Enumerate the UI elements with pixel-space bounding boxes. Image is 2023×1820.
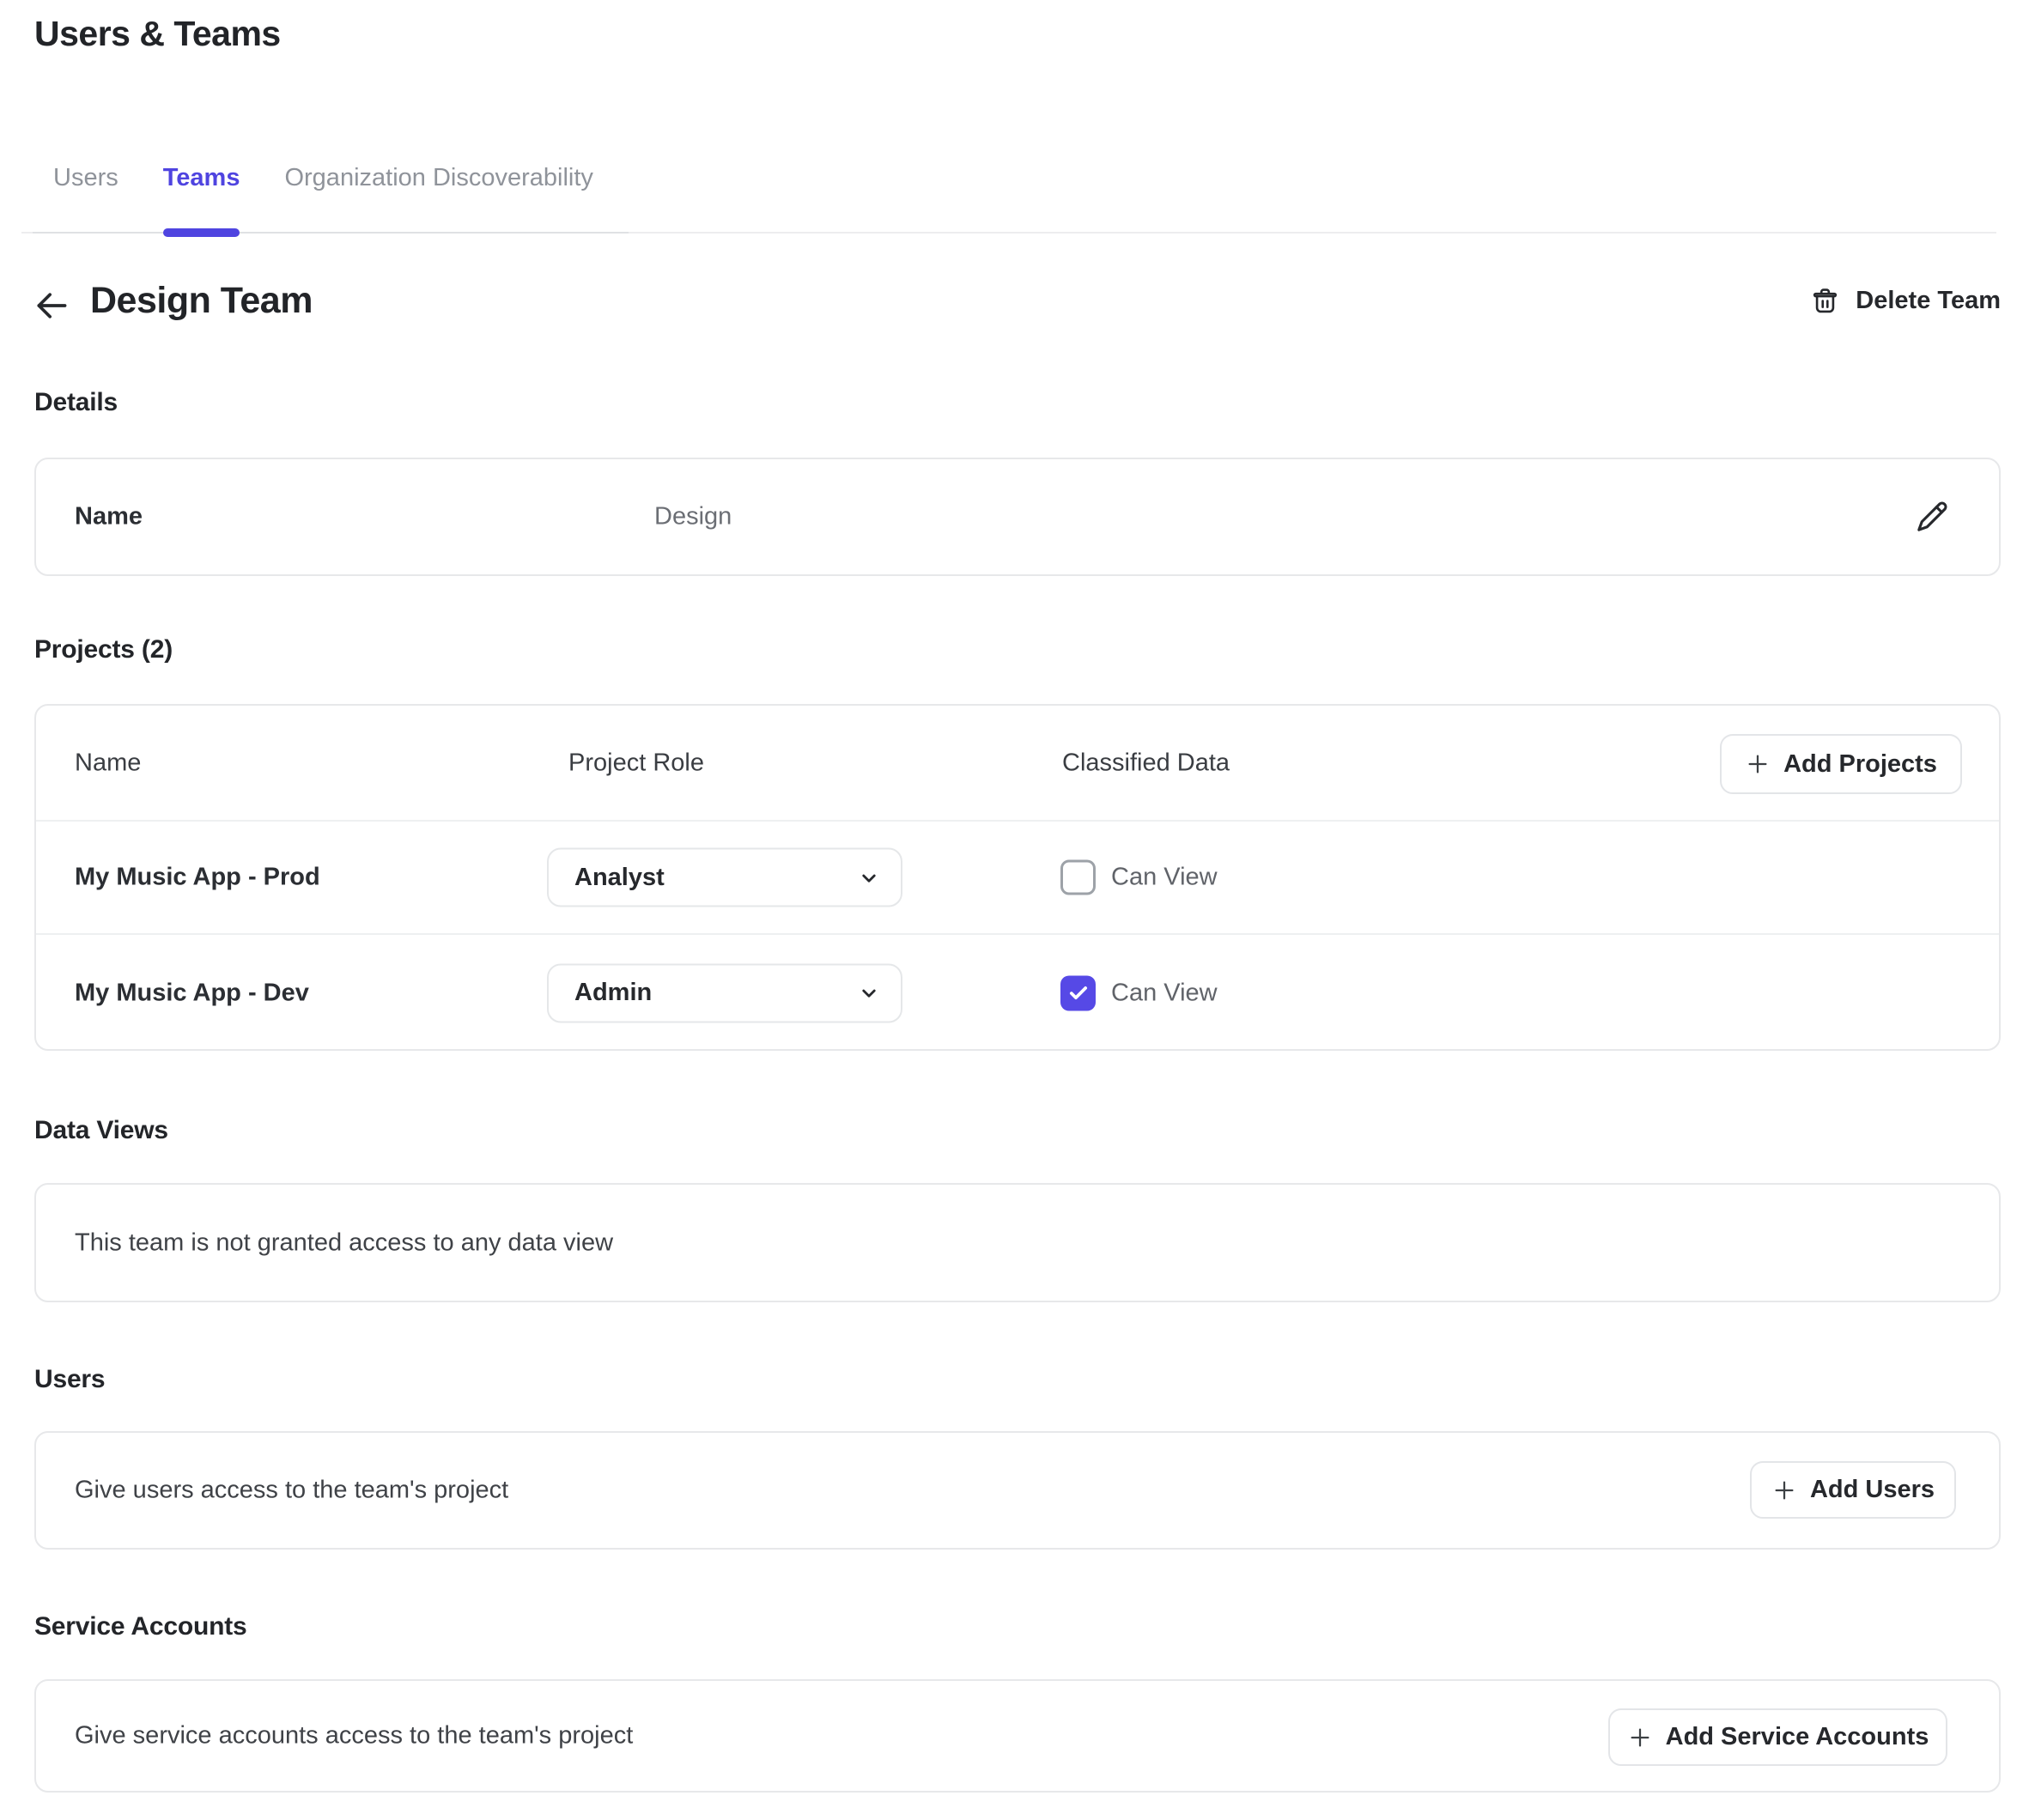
can-view-checkbox[interactable] (1060, 860, 1096, 895)
project-name: My Music App - Dev (75, 979, 309, 1007)
users-teams-page: Users & Teams Users Teams Organization D… (0, 0, 2023, 1820)
project-role-select[interactable]: Admin (547, 963, 902, 1022)
delete-team-label: Delete Team (1856, 287, 2001, 315)
add-projects-button[interactable]: Add Projects (1720, 734, 1962, 794)
add-service-accounts-label: Add Service Accounts (1666, 1723, 1929, 1751)
project-row-prod: My Music App - Prod Analyst Can View (36, 822, 1999, 935)
chevron-down-icon (856, 864, 882, 890)
details-card: Name Design (34, 458, 2001, 576)
can-view-checkbox[interactable] (1060, 975, 1096, 1010)
delete-team-button[interactable]: Delete Team (1809, 285, 2001, 317)
projects-table: Name Project Role Classified Data Add Pr… (34, 704, 2001, 1051)
chevron-down-icon (856, 980, 882, 1006)
service-accounts-empty-text: Give service accounts access to the team… (75, 1722, 633, 1750)
add-users-label: Add Users (1810, 1476, 1935, 1504)
trash-icon (1809, 285, 1841, 317)
column-classified-data: Classified Data (1062, 749, 1230, 777)
column-project-role: Project Role (568, 749, 704, 777)
pencil-icon (1913, 498, 1951, 536)
project-row-dev: My Music App - Dev Admin Can View (36, 935, 1999, 1051)
active-tab-underline (163, 228, 240, 237)
users-heading: Users (34, 1365, 105, 1394)
can-view-label: Can View (1111, 864, 1218, 892)
column-name: Name (75, 749, 141, 777)
tab-organization-discoverability[interactable]: Organization Discoverability (284, 161, 592, 232)
projects-heading: Projects (2) (34, 635, 173, 664)
name-label: Name (75, 503, 143, 531)
can-view-label: Can View (1111, 979, 1218, 1007)
plus-icon (1771, 1477, 1797, 1503)
tab-teams[interactable]: Teams (163, 161, 240, 232)
add-service-accounts-button[interactable]: Add Service Accounts (1608, 1708, 1947, 1766)
data-views-heading: Data Views (34, 1116, 168, 1145)
add-users-button[interactable]: Add Users (1750, 1461, 1956, 1519)
check-icon (1066, 981, 1090, 1005)
details-heading: Details (34, 388, 118, 417)
service-accounts-heading: Service Accounts (34, 1612, 246, 1641)
name-value: Design (654, 503, 732, 531)
arrow-left-icon (33, 287, 70, 325)
team-header: Design Team Delete Team (0, 273, 2023, 337)
data-views-empty-text: This team is not granted access to any d… (75, 1228, 613, 1257)
tabs-bar: Users Teams Organization Discoverability (21, 156, 1996, 234)
back-button[interactable] (33, 287, 70, 325)
edit-name-button[interactable] (1913, 498, 1951, 536)
plus-icon (1745, 751, 1771, 777)
users-card: Give users access to the team's project … (34, 1431, 2001, 1550)
team-title: Design Team (90, 280, 313, 322)
project-name: My Music App - Prod (75, 864, 320, 892)
data-views-card: This team is not granted access to any d… (34, 1183, 2001, 1302)
service-accounts-card: Give service accounts access to the team… (34, 1679, 2001, 1793)
projects-table-header: Name Project Role Classified Data Add Pr… (36, 706, 1999, 822)
users-empty-text: Give users access to the team's project (75, 1477, 508, 1505)
page-title: Users & Teams (34, 14, 281, 54)
project-role-select[interactable]: Analyst (547, 848, 902, 907)
tabs-group: Users Teams Organization Discoverability (33, 156, 629, 234)
selected-role: Admin (574, 979, 652, 1007)
selected-role: Analyst (574, 864, 665, 892)
tab-users[interactable]: Users (53, 161, 118, 232)
plus-icon (1627, 1725, 1653, 1750)
add-projects-label: Add Projects (1783, 750, 1937, 779)
